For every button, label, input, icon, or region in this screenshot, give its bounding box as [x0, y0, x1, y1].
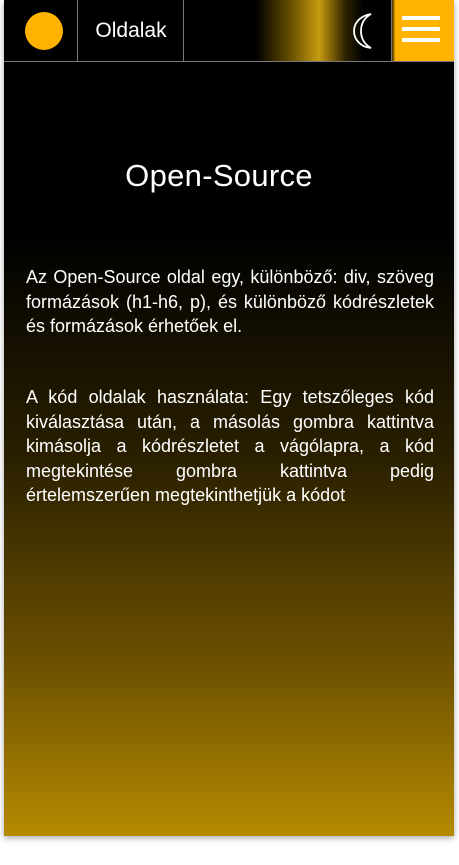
app-frame: Oldalak Open-Source Az Open-Source oldal… — [4, 0, 454, 836]
intro-paragraph: Az Open-Source oldal egy, különböző: div… — [26, 267, 434, 336]
hamburger-menu-icon — [402, 16, 440, 46]
page-title: Open-Source — [125, 158, 313, 193]
menu-button[interactable] — [392, 0, 454, 61]
circle-logo-icon[interactable] — [25, 12, 63, 50]
pages-cell: Oldalak — [78, 0, 184, 61]
usage-paragraph: A kód oldalak használata: Egy tetszőlege… — [26, 387, 434, 505]
pages-menu-button[interactable]: Oldalak — [78, 0, 184, 61]
logo-cell — [4, 0, 78, 61]
moon-icon — [353, 13, 372, 49]
top-navbar: Oldalak — [4, 0, 454, 62]
theme-toggle[interactable] — [339, 0, 392, 61]
